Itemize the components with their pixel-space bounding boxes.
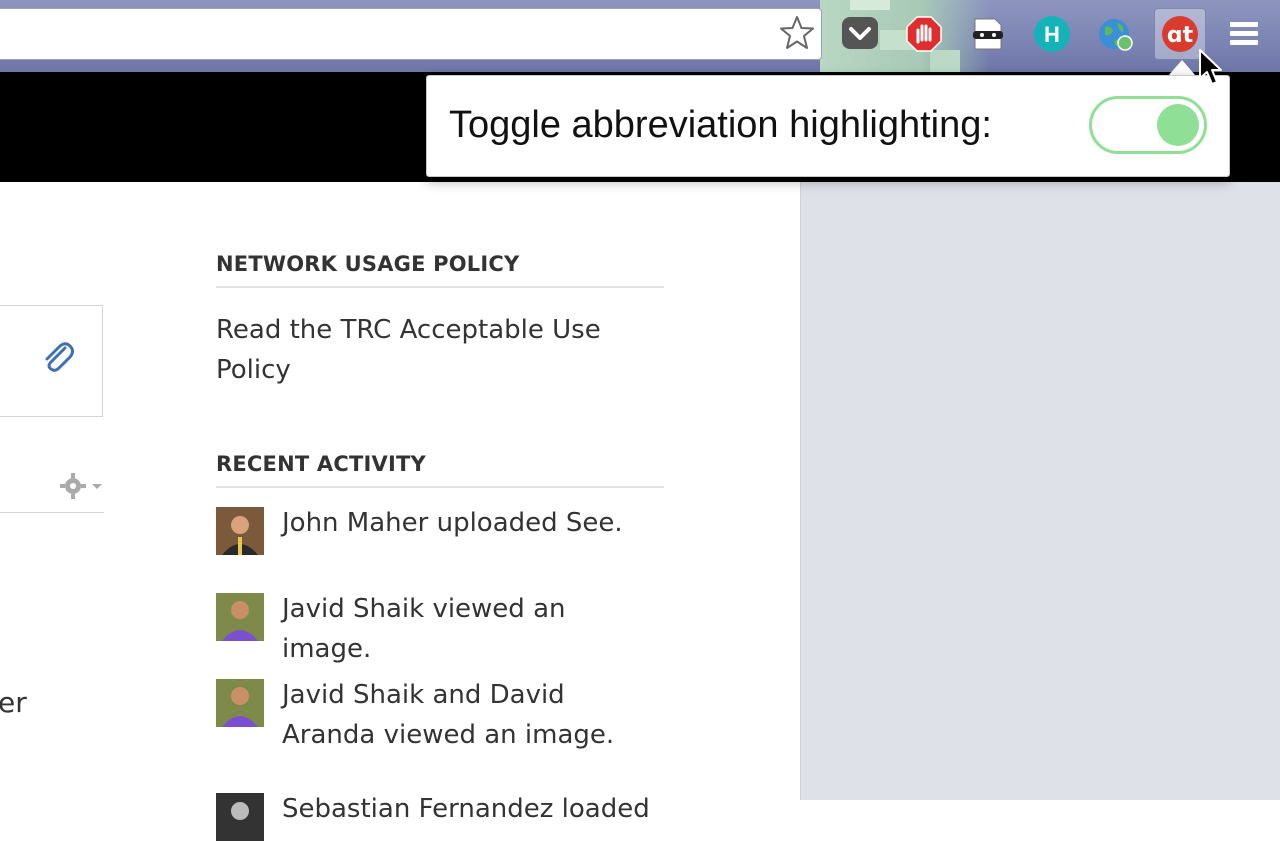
gear-dropdown-icon[interactable] bbox=[60, 472, 106, 500]
activity-text[interactable]: Sebastian Fernandez loaded bbox=[282, 789, 652, 829]
section-divider bbox=[216, 286, 664, 288]
avatar[interactable] bbox=[216, 679, 264, 727]
activity-text[interactable]: Javid Shaik viewed an image. bbox=[282, 589, 652, 669]
svg-text:H: H bbox=[1044, 22, 1060, 47]
paperclip-icon bbox=[45, 342, 74, 372]
attachment-dropzone[interactable] bbox=[0, 305, 103, 417]
avatar[interactable] bbox=[216, 593, 264, 641]
globe-icon[interactable] bbox=[1096, 14, 1136, 54]
svg-text:ɑt: ɑt bbox=[1167, 23, 1194, 48]
activity-text[interactable]: John Maher uploaded See. bbox=[282, 503, 652, 543]
address-bar[interactable] bbox=[0, 8, 822, 60]
mouse-cursor-icon bbox=[1199, 49, 1222, 85]
toggle-knob bbox=[1157, 104, 1199, 146]
bookmark-star-icon[interactable] bbox=[778, 14, 816, 52]
browser-toolbar: H ɑt bbox=[0, 0, 1280, 72]
right-sidebar-panel bbox=[800, 182, 1280, 800]
activity-text[interactable]: Javid Shaik and David Aranda viewed an i… bbox=[282, 675, 652, 755]
section-divider bbox=[216, 486, 664, 488]
incognito-mask-icon[interactable] bbox=[968, 14, 1008, 54]
popup-arrow bbox=[1168, 60, 1196, 76]
adblock-icon[interactable] bbox=[904, 14, 944, 54]
truncated-text: er bbox=[0, 686, 27, 719]
avatar[interactable] bbox=[216, 793, 264, 841]
section-title-network-policy: NETWORK USAGE POLICY bbox=[216, 252, 520, 276]
divider bbox=[0, 512, 104, 513]
pocket-icon[interactable] bbox=[840, 14, 880, 54]
menu-icon[interactable] bbox=[1224, 14, 1264, 54]
acceptable-use-policy-link[interactable]: Read the TRC Acceptable Use Policy bbox=[216, 310, 636, 390]
abbreviation-popup: Toggle abbreviation highlighting: bbox=[426, 75, 1230, 177]
abbreviation-highlight-toggle[interactable] bbox=[1089, 96, 1207, 154]
avatar[interactable] bbox=[216, 507, 264, 555]
toggle-label: Toggle abbreviation highlighting: bbox=[449, 104, 992, 146]
section-title-recent-activity: RECENT ACTIVITY bbox=[216, 452, 426, 476]
hypothesis-icon[interactable]: H bbox=[1032, 14, 1072, 54]
